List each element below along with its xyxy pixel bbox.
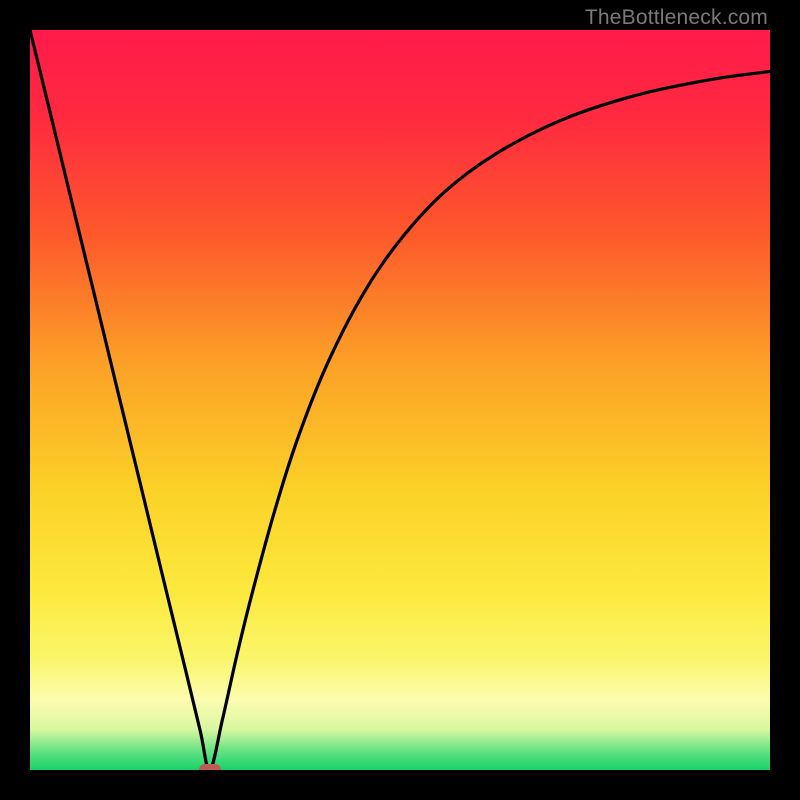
minimum-marker [199,764,221,770]
plot-area [30,30,770,770]
watermark-text: TheBottleneck.com [585,6,768,30]
curve-layer [30,30,770,770]
chart-frame: TheBottleneck.com [0,0,800,800]
bottleneck-curve [30,30,770,770]
